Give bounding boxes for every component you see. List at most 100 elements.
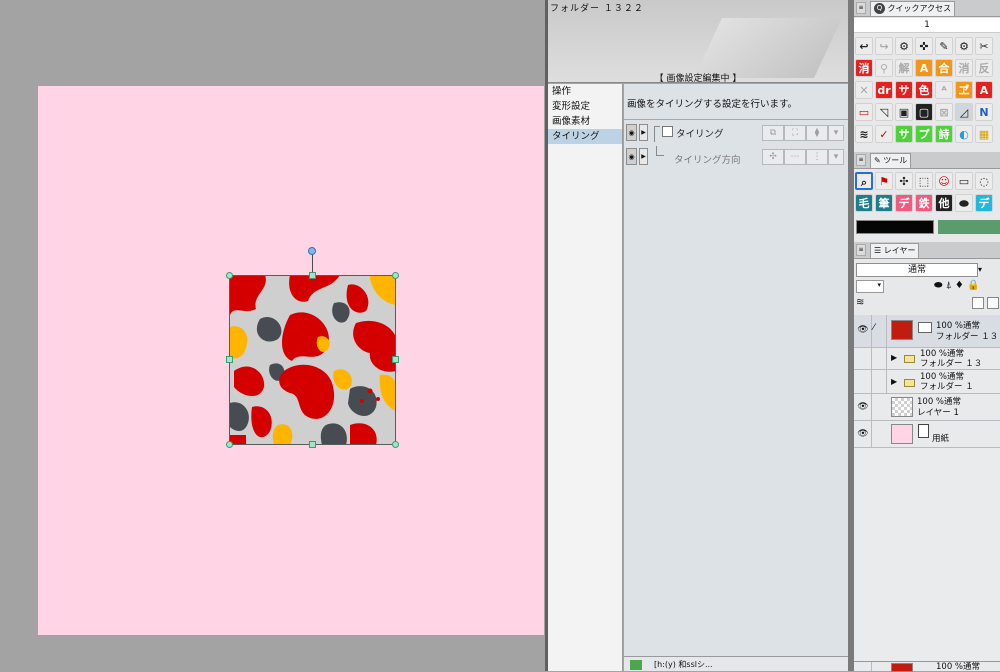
panel-menu-icon[interactable]: ≡	[856, 2, 866, 14]
blend-mode-select[interactable]: 通常	[856, 263, 978, 277]
frame-icon[interactable]: ▭	[855, 103, 873, 121]
gear-icon[interactable]: ⚙	[955, 37, 973, 55]
other-tool-icon[interactable]: 他	[935, 194, 953, 212]
handle-bottom-right[interactable]	[392, 441, 399, 448]
brush-tool-icon[interactable]: 毛	[855, 194, 873, 212]
clear-icon[interactable]: 消	[955, 59, 973, 77]
panel-menu-icon[interactable]: ≡	[856, 154, 866, 166]
close-x-icon[interactable]: ✕	[855, 81, 873, 99]
invert-icon[interactable]: 反	[975, 59, 993, 77]
expand-arrow-icon[interactable]: ▶	[891, 377, 897, 386]
handle-middle-right[interactable]	[392, 356, 399, 363]
tab-layer[interactable]: ☰ レイヤー	[870, 243, 920, 258]
support-icon[interactable]: サ	[895, 125, 913, 143]
visibility-eye-icon[interactable]: ◉	[626, 148, 637, 165]
handle-middle-left[interactable]	[226, 356, 233, 363]
handle-top-left[interactable]	[226, 272, 233, 279]
lasso-icon[interactable]: ⚲	[875, 59, 893, 77]
blend-tool-icon[interactable]: ⬬	[955, 194, 973, 212]
tiling-option-repeat-icon[interactable]: ⧉	[762, 125, 784, 141]
design-tool-icon[interactable]: デ	[975, 194, 993, 212]
undo-icon[interactable]: ↩	[855, 37, 873, 55]
tiling-checkbox[interactable]	[662, 126, 673, 137]
tiling-dropdown-icon[interactable]: ▾	[828, 125, 844, 141]
draw-icon[interactable]: dr	[875, 81, 893, 99]
category-tiling[interactable]: タイリング	[548, 129, 622, 144]
layer-row[interactable]: 👁 ⁄ 100 %通常 フォルダー １３２２	[854, 315, 1000, 348]
panel-menu-icon[interactable]: ≡	[856, 244, 866, 256]
text-a-icon[interactable]: ᴬ	[935, 81, 953, 99]
cut-icon[interactable]: ✂	[975, 37, 993, 55]
move-icon[interactable]: ✜	[915, 37, 933, 55]
category-operation[interactable]: 操作	[548, 84, 622, 99]
rotation-handle[interactable]	[308, 247, 316, 255]
eye-icon[interactable]: 👁	[857, 325, 869, 335]
font-icon[interactable]: A	[975, 81, 993, 99]
transform-x-icon[interactable]: ⊠	[935, 103, 953, 121]
handle-top-right[interactable]	[392, 272, 399, 279]
operation-tool-icon[interactable]: ⚑	[875, 172, 893, 190]
erase-icon[interactable]: 消	[855, 59, 873, 77]
zoom-tool-icon[interactable]: ⌕	[855, 172, 873, 190]
pencil-tool-icon[interactable]: 鉄	[915, 194, 933, 212]
details-icon[interactable]: 詩	[935, 125, 953, 143]
visibility-eye-icon[interactable]: ◉	[626, 124, 637, 141]
tiling-option-flip-icon[interactable]: ⧫	[806, 125, 828, 141]
layer-stack-icon[interactable]: ≋	[856, 297, 870, 311]
ruler-icon[interactable]: ◿	[955, 103, 973, 121]
layers-icon[interactable]: ≋	[855, 125, 873, 143]
expand-arrow-icon[interactable]: ▶	[639, 148, 648, 165]
layer-row[interactable]: 👁 用紙	[854, 421, 1000, 448]
merge-icon[interactable]: 合	[935, 59, 953, 77]
quick-access-set-selector[interactable]: 1	[854, 18, 1000, 33]
handle-bottom-center[interactable]	[309, 441, 316, 448]
crop-icon[interactable]: ◹	[875, 103, 893, 121]
rectangle-tool-icon[interactable]: ▭	[955, 172, 973, 190]
move-layer-tool-icon[interactable]: ✣	[895, 172, 913, 190]
pro-icon[interactable]: プ	[915, 125, 933, 143]
n-icon[interactable]: N	[975, 103, 993, 121]
transform-bounding-box[interactable]	[229, 275, 396, 445]
canvas-area[interactable]	[0, 0, 547, 671]
direction-vertical-icon[interactable]: ⋮	[806, 149, 828, 165]
layer-row[interactable]: ▶ 100 %通常 フォルダー １３	[854, 348, 1000, 370]
category-transform[interactable]: 変形設定	[548, 99, 622, 114]
handle-top-center[interactable]	[309, 272, 316, 279]
tone-icon[interactable]: ◐	[955, 125, 973, 143]
expand-arrow-icon[interactable]: ▶	[639, 124, 648, 141]
redo-icon[interactable]: ↪	[875, 37, 893, 55]
lock-icons[interactable]: ⬬ ⍋ ♦ 🔒	[934, 280, 980, 291]
expand-arrow-icon[interactable]: ▶	[891, 353, 897, 362]
sub-color-swatch[interactable]	[938, 220, 1000, 234]
handle-bottom-left[interactable]	[226, 441, 233, 448]
eyedropper-tool-icon[interactable]: ◌	[975, 172, 993, 190]
tiling-option-mirror-icon[interactable]: ⛶	[784, 125, 806, 141]
fit-icon[interactable]: ▣	[895, 103, 913, 121]
layer-row[interactable]: 👁 100 %通常 レイヤー 1	[854, 394, 1000, 421]
tab-quick-access[interactable]: Q クイックアクセス	[870, 1, 956, 16]
sample-icon[interactable]: サ	[895, 81, 913, 99]
main-color-swatch[interactable]	[856, 220, 934, 234]
border-icon[interactable]: ▢	[915, 103, 933, 121]
selection-tool-icon[interactable]: ⬚	[915, 172, 933, 190]
new-vector-layer-icon[interactable]	[987, 297, 999, 309]
settings-gear-icon[interactable]: ⚙	[895, 37, 913, 55]
tab-tool[interactable]: ✎ ツール	[870, 153, 912, 168]
check-icon[interactable]: ✓	[875, 125, 893, 143]
layer-row-partial[interactable]: 100 %通常	[854, 661, 1000, 672]
pen-settings-icon[interactable]: ✎	[935, 37, 953, 55]
select-a-icon[interactable]: A	[915, 59, 933, 77]
deselect-icon[interactable]: 解	[895, 59, 913, 77]
auto-select-tool-icon[interactable]: ☺	[935, 172, 953, 190]
direction-horizontal-icon[interactable]: ⋯	[784, 149, 806, 165]
layer-row[interactable]: ▶ 100 %通常 フォルダー １	[854, 370, 1000, 394]
layer-color-select[interactable]: ▾	[856, 280, 884, 293]
new-layer-icon[interactable]	[972, 297, 984, 309]
palette-icon[interactable]: ▦	[975, 125, 993, 143]
convert-icon[interactable]: ヹ	[955, 81, 973, 99]
decoration-tool-icon[interactable]: デ	[895, 194, 913, 212]
category-image-material[interactable]: 画像素材	[548, 114, 622, 129]
eye-icon[interactable]: 👁	[857, 429, 869, 439]
eye-icon[interactable]: 👁	[857, 402, 869, 412]
direction-all-icon[interactable]: ✣	[762, 149, 784, 165]
